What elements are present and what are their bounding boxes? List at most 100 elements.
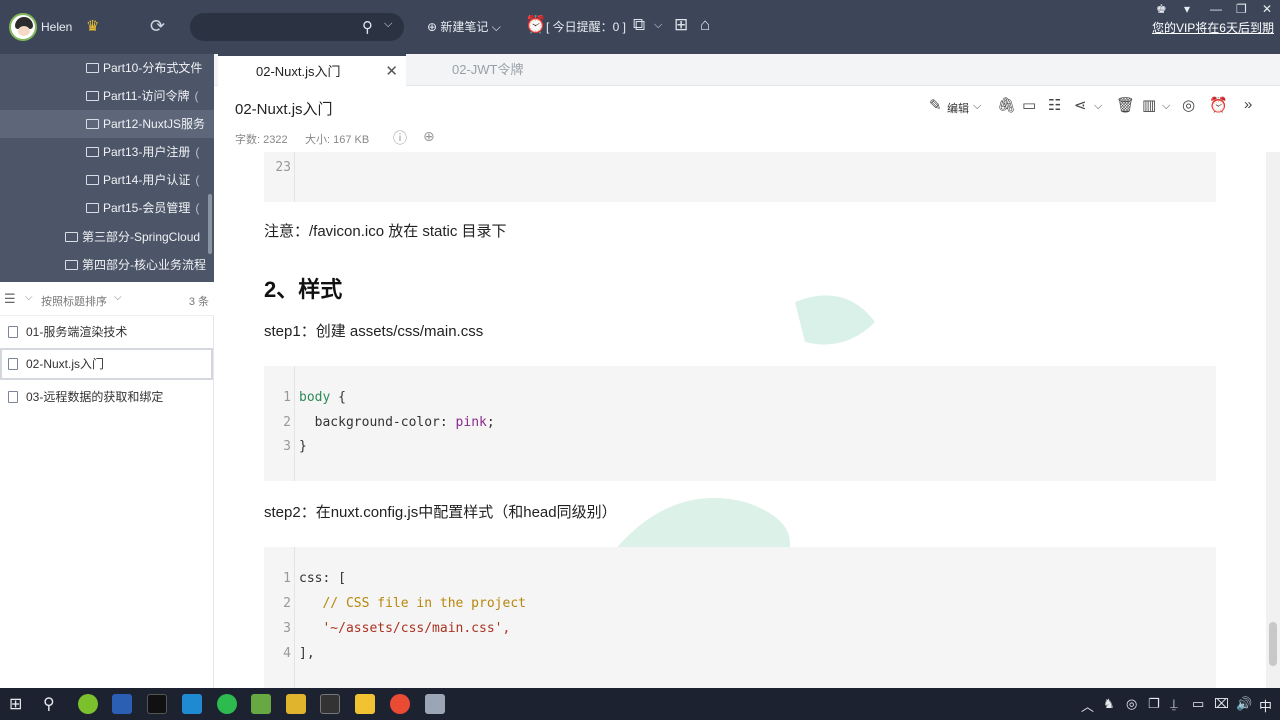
weibo-icon[interactable]: ◎	[1182, 96, 1195, 114]
chevron-down-icon[interactable]: ⌵	[384, 18, 392, 31]
info-icon[interactable]: ⓘ	[393, 128, 407, 148]
wechat-icon[interactable]	[217, 694, 237, 714]
vip-notice-link[interactable]: 您的VIP将在6天后到期	[1152, 19, 1274, 36]
paragraph: step1：创建 assets/css/main.css	[264, 323, 484, 340]
search-icon[interactable]: ⚲	[43, 694, 55, 714]
code-block-config[interactable]: 1 css: [ 2 // CSS file in the project 3 '…	[264, 547, 1216, 688]
volume-icon[interactable]: 🔊	[1236, 696, 1252, 712]
search-icon[interactable]: ⚲	[362, 18, 373, 36]
crown-icon[interactable]: ♛	[86, 17, 99, 35]
sync-icon[interactable]: ⟳	[150, 16, 165, 37]
taskbar: ⊞ ⚲ ︿ ♞ ◎ ❐ ⍊ ▭ ⌧ 🔊 中	[0, 688, 1280, 720]
expand-icon[interactable]: »	[1244, 96, 1252, 113]
search-box[interactable]: ⚲ ⌵	[190, 13, 404, 41]
comment-icon[interactable]: ▭	[1022, 96, 1036, 114]
content-scrollbar[interactable]	[1266, 152, 1280, 688]
close-icon[interactable]: ✕	[1262, 2, 1272, 16]
reminder-button[interactable]: [ 今日提醒：0 ]	[546, 18, 626, 35]
note-content: 23 注意：/favicon.ico 放在 static 目录下 2、样式 st…	[215, 152, 1266, 688]
code-line: 4],	[283, 646, 315, 661]
code-block-tail[interactable]: 23	[264, 152, 1216, 202]
alarm-icon[interactable]: ⏰	[1209, 96, 1228, 114]
folder-icon	[86, 147, 99, 157]
ime-indicator[interactable]: 中	[1259, 696, 1272, 715]
tab-nuxt[interactable]: 02-Nuxt.js入门 ✕	[218, 54, 406, 86]
folder-icon	[86, 175, 99, 185]
app-icon-green[interactable]	[251, 694, 271, 714]
sort-label[interactable]: 按照标题排序	[41, 293, 107, 309]
grid-icon[interactable]: ⊞	[674, 15, 688, 35]
avatar[interactable]	[9, 13, 37, 41]
home-icon[interactable]: ⌂	[700, 15, 710, 35]
tab-bar: 02-Nuxt.js入门 ✕ 02-JWT令牌	[214, 54, 1280, 86]
add-icon[interactable]: ⊕	[423, 128, 435, 145]
document-icon	[8, 358, 18, 370]
search-input[interactable]	[202, 18, 352, 36]
vscode-icon[interactable]	[182, 694, 202, 714]
edit-button[interactable]: 编辑	[947, 100, 969, 116]
sidebar: Part10-分布式文件 Part11-访问令牌( Part12-NuxtJS服…	[0, 54, 214, 688]
trash-icon[interactable]: 🗑	[1116, 96, 1135, 114]
history-icon[interactable]: ☷	[1048, 96, 1061, 114]
note-count: 3 条	[188, 296, 209, 308]
attachment-icon[interactable]: 🖇	[997, 96, 1016, 114]
tab-jwt[interactable]: 02-JWT令牌	[406, 54, 596, 86]
network-icon[interactable]: ⌧	[1214, 696, 1229, 712]
menu-icon[interactable]: ▾	[1184, 2, 1190, 16]
tree-item[interactable]: Part10-分布式文件	[0, 54, 214, 82]
display-icon[interactable]: ▭	[1192, 696, 1204, 712]
code-line: 1 body {	[283, 390, 346, 405]
paragraph: 注意：/favicon.ico 放在 static 目录下	[264, 223, 507, 240]
share-icon[interactable]: ⋖	[1074, 96, 1087, 114]
tree-item[interactable]: Part15-会员管理(	[0, 194, 214, 222]
book-icon[interactable]: ▥	[1142, 96, 1156, 114]
microphone-icon[interactable]: ⍊	[1170, 696, 1178, 712]
chevron-down-icon[interactable]: ⌵	[25, 292, 33, 303]
notes-app-icon[interactable]	[425, 694, 445, 714]
tree-item[interactable]: Part14-用户认证(	[0, 166, 214, 194]
chevron-down-icon[interactable]: ⌵	[114, 292, 122, 303]
list-item[interactable]: 03-远程数据的获取和绑定	[0, 381, 213, 413]
app-icon-360[interactable]	[78, 694, 98, 714]
file-explorer-icon[interactable]	[355, 694, 375, 714]
qq-icon[interactable]: ♞	[1103, 696, 1115, 712]
restore-icon[interactable]: ❐	[1236, 2, 1247, 16]
tree-scrollbar[interactable]	[208, 194, 212, 254]
minimize-icon[interactable]: —	[1210, 2, 1222, 16]
tree-item[interactable]: 第三部分-SpringCloud	[0, 223, 214, 251]
tray-window-icon[interactable]: ❐	[1148, 696, 1160, 712]
chevron-down-icon[interactable]: ⌵	[1094, 100, 1102, 113]
section-heading: 2、样式	[264, 277, 343, 302]
app-icon-yellow[interactable]	[286, 694, 306, 714]
screen-icon[interactable]: ⧉	[633, 15, 645, 35]
tray-app-icon[interactable]: ◎	[1126, 696, 1137, 712]
code-block-css[interactable]: 1 body { 2 background-color: pink; 3}	[264, 366, 1216, 481]
clock-icon[interactable]: ⏰	[525, 15, 546, 35]
username[interactable]: Helen	[41, 20, 72, 34]
list-item[interactable]: 01-服务端渲染技术	[0, 316, 213, 348]
folder-icon	[86, 203, 99, 213]
note-title[interactable]: 02-Nuxt.js入门	[235, 98, 333, 119]
list-view-icon[interactable]: ☰	[4, 291, 16, 307]
chevron-down-icon[interactable]: ⌵	[1162, 100, 1170, 113]
tree-item[interactable]: 第四部分-核心业务流程	[0, 251, 214, 279]
tree-item-selected[interactable]: Part12-NuxtJS服务	[0, 110, 214, 138]
intellij-icon[interactable]	[147, 694, 167, 714]
chevron-up-icon[interactable]: ︿	[1081, 696, 1094, 715]
chevron-down-icon[interactable]: ⌵	[654, 19, 662, 32]
chevron-down-icon[interactable]: ⌵	[973, 100, 981, 113]
list-item-active[interactable]: 02-Nuxt.js入门	[0, 348, 213, 380]
scrollbar-thumb[interactable]	[1269, 622, 1277, 666]
terminal-icon[interactable]	[320, 694, 340, 714]
chrome-icon[interactable]	[390, 694, 410, 714]
close-icon[interactable]: ✕	[385, 56, 398, 87]
word-icon[interactable]	[112, 694, 132, 714]
folder-icon	[65, 260, 78, 270]
windows-start-icon[interactable]: ⊞	[9, 694, 22, 714]
tree-item[interactable]: Part13-用户注册(	[0, 138, 214, 166]
tree-item[interactable]: Part11-访问令牌(	[0, 82, 214, 110]
new-note-button[interactable]: ⊕ 新建笔记 ⌵	[427, 18, 501, 35]
edit-icon[interactable]: ✎	[929, 96, 942, 114]
code-line: 2 background-color: pink;	[283, 415, 495, 430]
skin-icon[interactable]: ♚	[1156, 2, 1167, 16]
